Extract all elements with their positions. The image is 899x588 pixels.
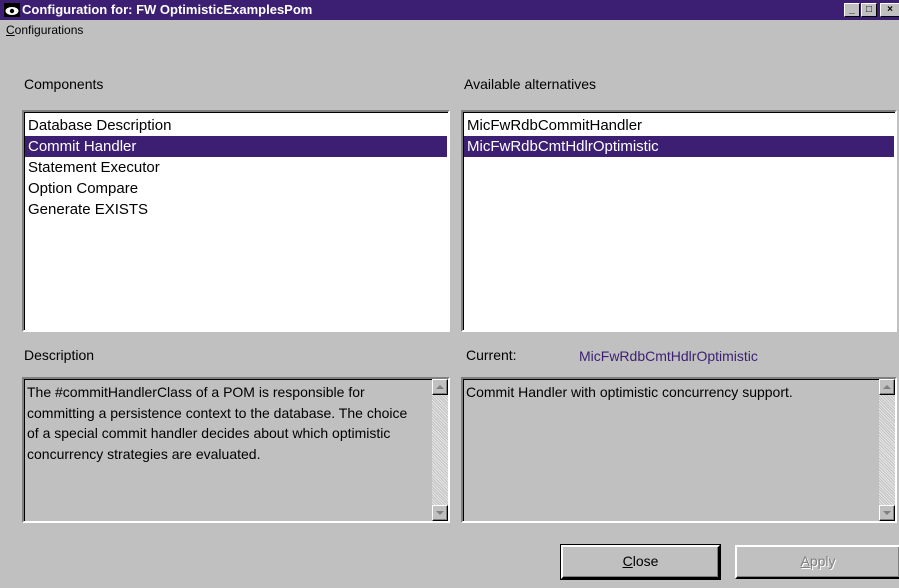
scroll-up-button[interactable]: [432, 379, 448, 395]
alternatives-heading: Available alternatives: [464, 76, 597, 92]
close-button[interactable]: Close: [560, 544, 721, 580]
description-box[interactable]: The #commitHandlerClass of a POM is resp…: [22, 377, 450, 523]
current-description-text: Commit Handler with optimistic concurren…: [466, 384, 793, 400]
close-button-accel: C: [622, 553, 633, 569]
current-description-box[interactable]: Commit Handler with optimistic concurren…: [461, 377, 897, 523]
list-item[interactable]: Statement Executor: [25, 157, 447, 178]
minimize-icon: _: [849, 4, 855, 15]
arrow-down-icon: [436, 511, 444, 515]
current-value: MicFwRdbCmtHdlrOptimistic: [579, 348, 758, 364]
scroll-up-button[interactable]: [879, 379, 895, 395]
current-scrollbar[interactable]: [879, 379, 895, 521]
current-label: Current:: [466, 347, 517, 363]
components-list[interactable]: Database Description Commit Handler Stat…: [22, 110, 450, 332]
close-window-button[interactable]: ×: [880, 3, 899, 17]
maximize-icon: □: [865, 4, 873, 15]
components-list-body: Database Description Commit Handler Stat…: [25, 115, 447, 220]
window-title: Configuration for: FW OptimisticExamples…: [22, 2, 313, 17]
title-bar[interactable]: Configuration for: FW OptimisticExamples…: [0, 0, 899, 20]
description-scrollbar[interactable]: [432, 379, 448, 521]
menu-configurations-accel: C: [6, 23, 15, 37]
menu-configurations-label: onfigurations: [14, 23, 84, 37]
list-item[interactable]: Option Compare: [25, 178, 447, 199]
close-button-label: lose: [632, 553, 659, 569]
close-icon: ×: [887, 4, 893, 15]
list-item[interactable]: MicFwRdbCommitHandler: [464, 115, 894, 136]
list-item-selected[interactable]: Commit Handler: [25, 136, 447, 157]
menu-bar: Configurations: [0, 20, 899, 40]
description-heading: Description: [24, 347, 95, 363]
arrow-up-icon: [883, 385, 891, 389]
minimize-button[interactable]: _: [844, 3, 860, 17]
scroll-down-button[interactable]: [879, 505, 895, 521]
apply-button-accel: A: [800, 553, 810, 569]
apply-button-label: pply: [809, 553, 836, 569]
scroll-down-button[interactable]: [432, 505, 448, 521]
list-item-selected[interactable]: MicFwRdbCmtHdlrOptimistic: [464, 136, 894, 157]
arrow-up-icon: [436, 385, 444, 389]
menu-configurations[interactable]: Configurations: [6, 23, 83, 37]
list-item[interactable]: Generate EXISTS: [25, 199, 447, 220]
apply-button[interactable]: Apply: [735, 545, 899, 579]
arrow-down-icon: [883, 511, 891, 515]
alternatives-list-body: MicFwRdbCommitHandler MicFwRdbCmtHdlrOpt…: [464, 115, 894, 157]
list-item[interactable]: Database Description: [25, 115, 447, 136]
eye-icon[interactable]: [4, 3, 20, 17]
description-text: The #commitHandlerClass of a POM is resp…: [27, 384, 408, 462]
maximize-button[interactable]: □: [861, 3, 877, 17]
alternatives-list[interactable]: MicFwRdbCommitHandler MicFwRdbCmtHdlrOpt…: [461, 110, 897, 332]
components-heading: Components: [24, 76, 104, 92]
